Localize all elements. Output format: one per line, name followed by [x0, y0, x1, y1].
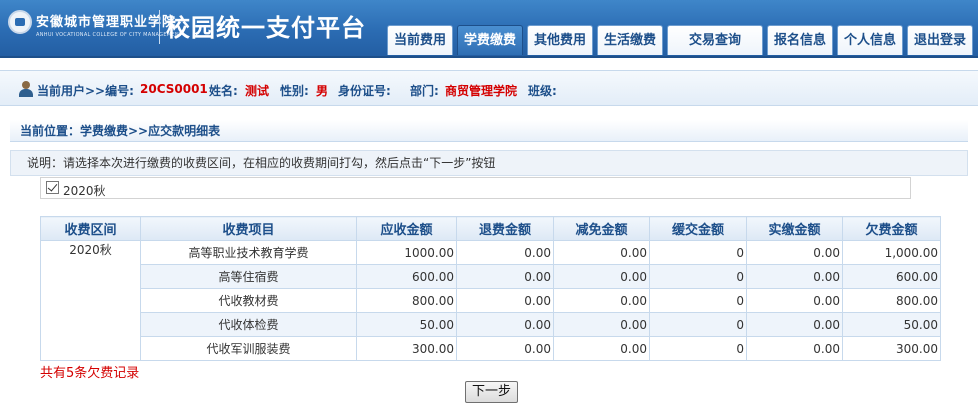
cell-defer: 0 — [649, 312, 747, 337]
cell-refund: 0.00 — [456, 264, 554, 289]
cell-item: 高等住宿费 — [140, 264, 357, 289]
school-logo-icon — [8, 10, 32, 34]
cell-item: 高等职业技术教育学费 — [140, 240, 357, 265]
table-row: 代收教材费 800.00 0.00 0.00 0 0.00 800.00 — [41, 288, 941, 313]
next-step-button[interactable]: 下一步 — [465, 381, 518, 403]
nav-other-fees[interactable]: 其他费用 — [527, 25, 593, 55]
cell-item: 代收教材费 — [140, 288, 357, 313]
cell-waive: 0.00 — [553, 312, 650, 337]
user-icon — [18, 81, 34, 97]
cell-due: 50.00 — [356, 312, 457, 337]
col-header-waive: 减免金额 — [553, 216, 650, 241]
arrears-summary: 共有5条欠费记录 — [40, 366, 140, 381]
user-gender-label: 性别: — [280, 84, 309, 98]
user-idcard-label: 身份证号: — [338, 84, 391, 98]
user-class-label: 班级: — [528, 84, 557, 98]
col-header-owe: 欠费金额 — [842, 216, 941, 241]
cell-paid: 0.00 — [746, 240, 843, 265]
cell-waive: 0.00 — [553, 264, 650, 289]
cell-waive: 0.00 — [553, 240, 650, 265]
nav-tuition-payment[interactable]: 学费缴费 — [457, 25, 523, 55]
cell-refund: 0.00 — [456, 312, 554, 337]
cell-owe: 300.00 — [842, 336, 941, 361]
table-row: 代收军训服装费 300.00 0.00 0.00 0 0.00 300.00 — [41, 336, 941, 361]
table-row: 代收体检费 50.00 0.00 0.00 0 0.00 50.00 — [41, 312, 941, 337]
cell-due: 600.00 — [356, 264, 457, 289]
cell-item: 代收军训服装费 — [140, 336, 357, 361]
nav-living-payment[interactable]: 生活缴费 — [597, 25, 663, 55]
user-name: 测试 — [245, 84, 270, 98]
cell-due: 1000.00 — [356, 240, 457, 265]
table-row: 2020秋 高等职业技术教育学费 1000.00 0.00 0.00 0 0.0… — [40, 240, 941, 361]
cell-defer: 0 — [649, 336, 747, 361]
user-dept-label: 部门: — [410, 84, 439, 98]
cell-due: 300.00 — [356, 336, 457, 361]
breadcrumb: 当前位置：学费缴费>>应交款明细表 — [10, 120, 968, 142]
user-id: 20CS0001 — [140, 82, 208, 96]
col-header-paid: 实缴金额 — [746, 216, 843, 241]
period-checkbox-label: 2020秋 — [63, 184, 106, 198]
cell-defer: 0 — [649, 264, 747, 289]
cell-paid: 0.00 — [746, 264, 843, 289]
cell-refund: 0.00 — [456, 336, 554, 361]
header-divider — [159, 10, 160, 44]
cell-paid: 0.00 — [746, 312, 843, 337]
user-dept: 商贸管理学院 — [445, 84, 518, 98]
col-header-defer: 缓交金额 — [649, 216, 747, 241]
cell-waive: 0.00 — [553, 288, 650, 313]
cell-owe: 800.00 — [842, 288, 941, 313]
col-header-period: 收费区间 — [40, 216, 141, 241]
cell-item: 代收体检费 — [140, 312, 357, 337]
cell-defer: 0 — [649, 240, 747, 265]
site-title: 校园统一支付平台 — [166, 14, 366, 42]
col-header-due: 应收金额 — [356, 216, 457, 241]
user-info-bar: 当前用户>>编号: 20CS0001 姓名: 测试 性别: 男 身份证号: 部门… — [0, 70, 978, 106]
cell-owe: 50.00 — [842, 312, 941, 337]
cell-paid: 0.00 — [746, 288, 843, 313]
col-header-item: 收费项目 — [140, 216, 357, 241]
cell-refund: 0.00 — [456, 288, 554, 313]
table-header-row: 收费区间 收费项目 应收金额 退费金额 减免金额 缓交金额 实缴金额 欠费金额 — [40, 216, 941, 241]
instruction-note: 说明：请选择本次进行缴费的收费区间，在相应的收费期间打勾，然后点击“下一步”按钮 — [10, 150, 968, 176]
period-checkbox[interactable] — [46, 181, 59, 194]
school-name-en: ANHUI VOCATIONAL COLLEGE OF CITY MANAGEM… — [36, 32, 183, 38]
table-row: 高等住宿费 600.00 0.00 0.00 0 0.00 600.00 — [41, 264, 941, 289]
user-gender: 男 — [316, 84, 329, 98]
col-header-refund: 退费金额 — [456, 216, 554, 241]
nav-logout[interactable]: 退出登录 — [907, 25, 973, 55]
nav-personal-info[interactable]: 个人信息 — [837, 25, 903, 55]
cell-paid: 0.00 — [746, 336, 843, 361]
nav-transaction-query[interactable]: 交易查询 — [667, 25, 763, 55]
school-name: 安徽城市管理职业学院 — [36, 15, 177, 30]
app-header: 安徽城市管理职业学院 ANHUI VOCATIONAL COLLEGE OF C… — [0, 0, 978, 58]
fee-details-table: 收费区间 收费项目 应收金额 退费金额 减免金额 缓交金额 实缴金额 欠费金额 … — [40, 216, 941, 361]
user-name-label: 姓名: — [209, 84, 238, 98]
cell-owe: 1,000.00 — [842, 240, 941, 265]
cell-defer: 0 — [649, 288, 747, 313]
user-prefix: 当前用户>>编号: — [37, 84, 134, 98]
cell-waive: 0.00 — [553, 336, 650, 361]
nav-current-fees[interactable]: 当前费用 — [387, 25, 453, 55]
cell-owe: 600.00 — [842, 264, 941, 289]
cell-due: 800.00 — [356, 288, 457, 313]
cell-period: 2020秋 — [40, 240, 141, 361]
nav-registration-info[interactable]: 报名信息 — [767, 25, 833, 55]
period-selector: 2020秋 — [40, 177, 911, 199]
cell-refund: 0.00 — [456, 240, 554, 265]
